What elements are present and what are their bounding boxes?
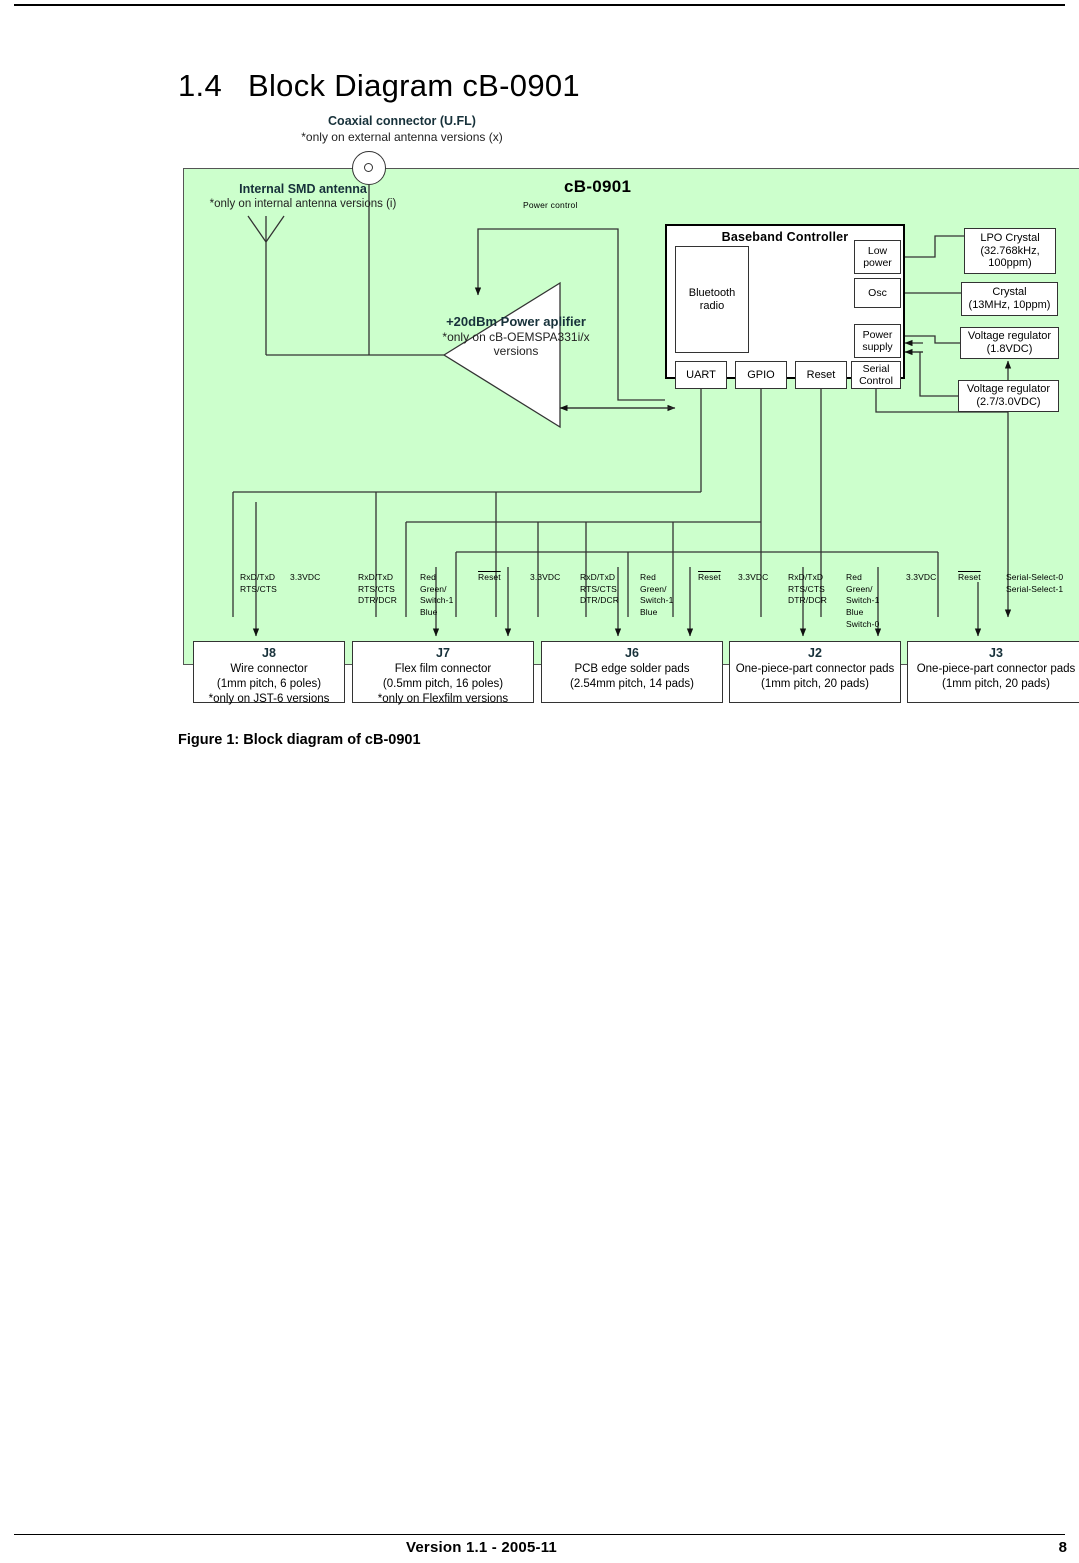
- power-supply-label: Power supply: [862, 328, 893, 353]
- connector-j6: J6 PCB edge solder pads (2.54mm pitch, 1…: [541, 641, 723, 703]
- signal-label-5: 3.3VDC: [530, 572, 561, 582]
- signal-label-4: Reset: [478, 572, 501, 582]
- bluetooth-radio-label: Bluetooth radio: [688, 286, 736, 312]
- gpio-block: GPIO: [735, 361, 787, 389]
- block-diagram-figure: Coaxial connector (U.FL) *only on extern…: [178, 112, 1079, 712]
- coax-connector-title: Coaxial connector (U.FL): [328, 114, 476, 128]
- oscillator-block: Osc: [854, 278, 901, 308]
- section-number: 1.4: [178, 68, 222, 103]
- voltage-regulator-18-label: Voltage regulator (1.8VDC): [967, 330, 1052, 355]
- lpo-crystal-block: LPO Crystal (32.768kHz, 100ppm): [964, 228, 1056, 274]
- connector-j8-line1: Wire connector: [230, 662, 308, 675]
- signal-label-14: Serial-Select-0 Serial-Select-1: [1006, 572, 1064, 594]
- low-power-block: Low power: [854, 240, 901, 274]
- signal-label-12: 3.3VDC: [906, 572, 937, 582]
- connector-j7-id: J7: [436, 646, 450, 660]
- connector-j2-line1: One-piece-part connector pads: [735, 662, 895, 675]
- bluetooth-radio-block: Bluetooth radio: [675, 246, 749, 353]
- serial-control-label: Serial Control: [859, 362, 893, 387]
- signal-label-6: RxD/TxD RTS/CTS DTR/DCR: [580, 572, 619, 606]
- uart-label: UART: [686, 368, 716, 381]
- voltage-regulator-18-block: Voltage regulator (1.8VDC): [960, 327, 1059, 359]
- signal-label-1: 3.3VDC: [290, 572, 321, 582]
- header-rule: [14, 4, 1065, 6]
- power-amplifier-title: +20dBm Power aplifier: [446, 314, 586, 329]
- footer-page-number: 8: [1058, 1539, 1067, 1556]
- crystal-label: Crystal (13MHz, 10ppm): [968, 286, 1051, 311]
- page-title: Block Diagram cB-0901: [248, 68, 580, 103]
- connector-j8-line2: (1mm pitch, 6 poles): [216, 677, 322, 690]
- baseband-controller-title: Baseband Controller: [721, 230, 849, 244]
- connector-j8-id: J8: [262, 646, 276, 660]
- connector-j6-line1: PCB edge solder pads: [574, 662, 690, 675]
- connector-j6-line2: (2.54mm pitch, 14 pads): [569, 677, 694, 690]
- coax-connector-pin-icon: [364, 163, 373, 172]
- connector-j7-line3: *only on Flexfilm versions: [377, 692, 509, 705]
- power-amplifier-note-2: versions: [493, 344, 539, 358]
- reset-label: Reset: [806, 368, 836, 381]
- signal-label-13: Reset: [958, 572, 981, 582]
- voltage-regulator-27-label: Voltage regulator (2.7/3.0VDC): [966, 383, 1051, 408]
- footer-rule: [14, 1534, 1065, 1535]
- footer-version: Version 1.1 - 2005-11: [406, 1539, 557, 1556]
- connector-j7-line2: (0.5mm pitch, 16 poles): [382, 677, 504, 690]
- power-supply-block: Power supply: [854, 324, 901, 358]
- signal-label-11: Red Green/ Switch-1 Blue Switch-0: [846, 572, 880, 629]
- crystal-block: Crystal (13MHz, 10ppm): [961, 282, 1058, 316]
- connector-j7: J7 Flex film connector (0.5mm pitch, 16 …: [352, 641, 534, 705]
- signal-label-10: RxD/TxD RTS/CTS DTR/DCR: [788, 572, 827, 606]
- signal-label-7: Red Green/ Switch-1 Blue: [640, 572, 674, 618]
- connector-j3-line2: (1mm pitch, 20 pads): [941, 677, 1050, 690]
- power-amplifier-note-1: *only on cB-OEMSPA331i/x: [442, 330, 590, 344]
- connector-j2: J2 One-piece-part connector pads (1mm pi…: [729, 641, 901, 703]
- connector-j6-id: J6: [625, 646, 639, 660]
- internal-antenna-note: *only on internal antenna versions (i): [209, 198, 397, 210]
- connector-j3: J3 One-piece-part connector pads (1mm pi…: [907, 641, 1079, 703]
- power-control-label: Power control: [523, 200, 578, 210]
- signal-label-3: Red Green/ Switch-1 Blue: [420, 572, 454, 618]
- diagram-title: cB-0901: [564, 177, 632, 196]
- reset-block: Reset: [795, 361, 847, 389]
- connector-j2-id: J2: [808, 646, 822, 660]
- low-power-label: Low power: [863, 244, 892, 269]
- gpio-label: GPIO: [747, 368, 775, 381]
- connector-j8-line3: *only on JST-6 versions: [208, 692, 330, 705]
- connector-j2-line2: (1mm pitch, 20 pads): [760, 677, 869, 690]
- connector-j7-line1: Flex film connector: [394, 662, 492, 675]
- signal-label-2: RxD/TxD RTS/CTS DTR/DCR: [358, 572, 397, 606]
- signal-label-0: RxD/TxD RTS/CTS: [240, 572, 277, 594]
- oscillator-label: Osc: [868, 286, 887, 299]
- serial-control-block: Serial Control: [851, 361, 901, 389]
- signal-label-8: Reset: [698, 572, 721, 582]
- connector-j3-line1: One-piece-part connector pads: [916, 662, 1076, 675]
- internal-antenna-title: Internal SMD antenna: [239, 182, 367, 196]
- voltage-regulator-27-block: Voltage regulator (2.7/3.0VDC): [958, 380, 1059, 412]
- lpo-crystal-label: LPO Crystal (32.768kHz, 100ppm): [980, 231, 1040, 270]
- connector-j3-id: J3: [989, 646, 1003, 660]
- coax-connector-note: *only on external antenna versions (x): [301, 130, 503, 144]
- diagram-canvas: cB-0901: [183, 168, 1079, 665]
- signal-label-9: 3.3VDC: [738, 572, 769, 582]
- uart-block: UART: [675, 361, 727, 389]
- figure-caption: Figure 1: Block diagram of cB-0901: [178, 732, 421, 748]
- connector-j8: J8 Wire connector (1mm pitch, 6 poles) *…: [193, 641, 345, 705]
